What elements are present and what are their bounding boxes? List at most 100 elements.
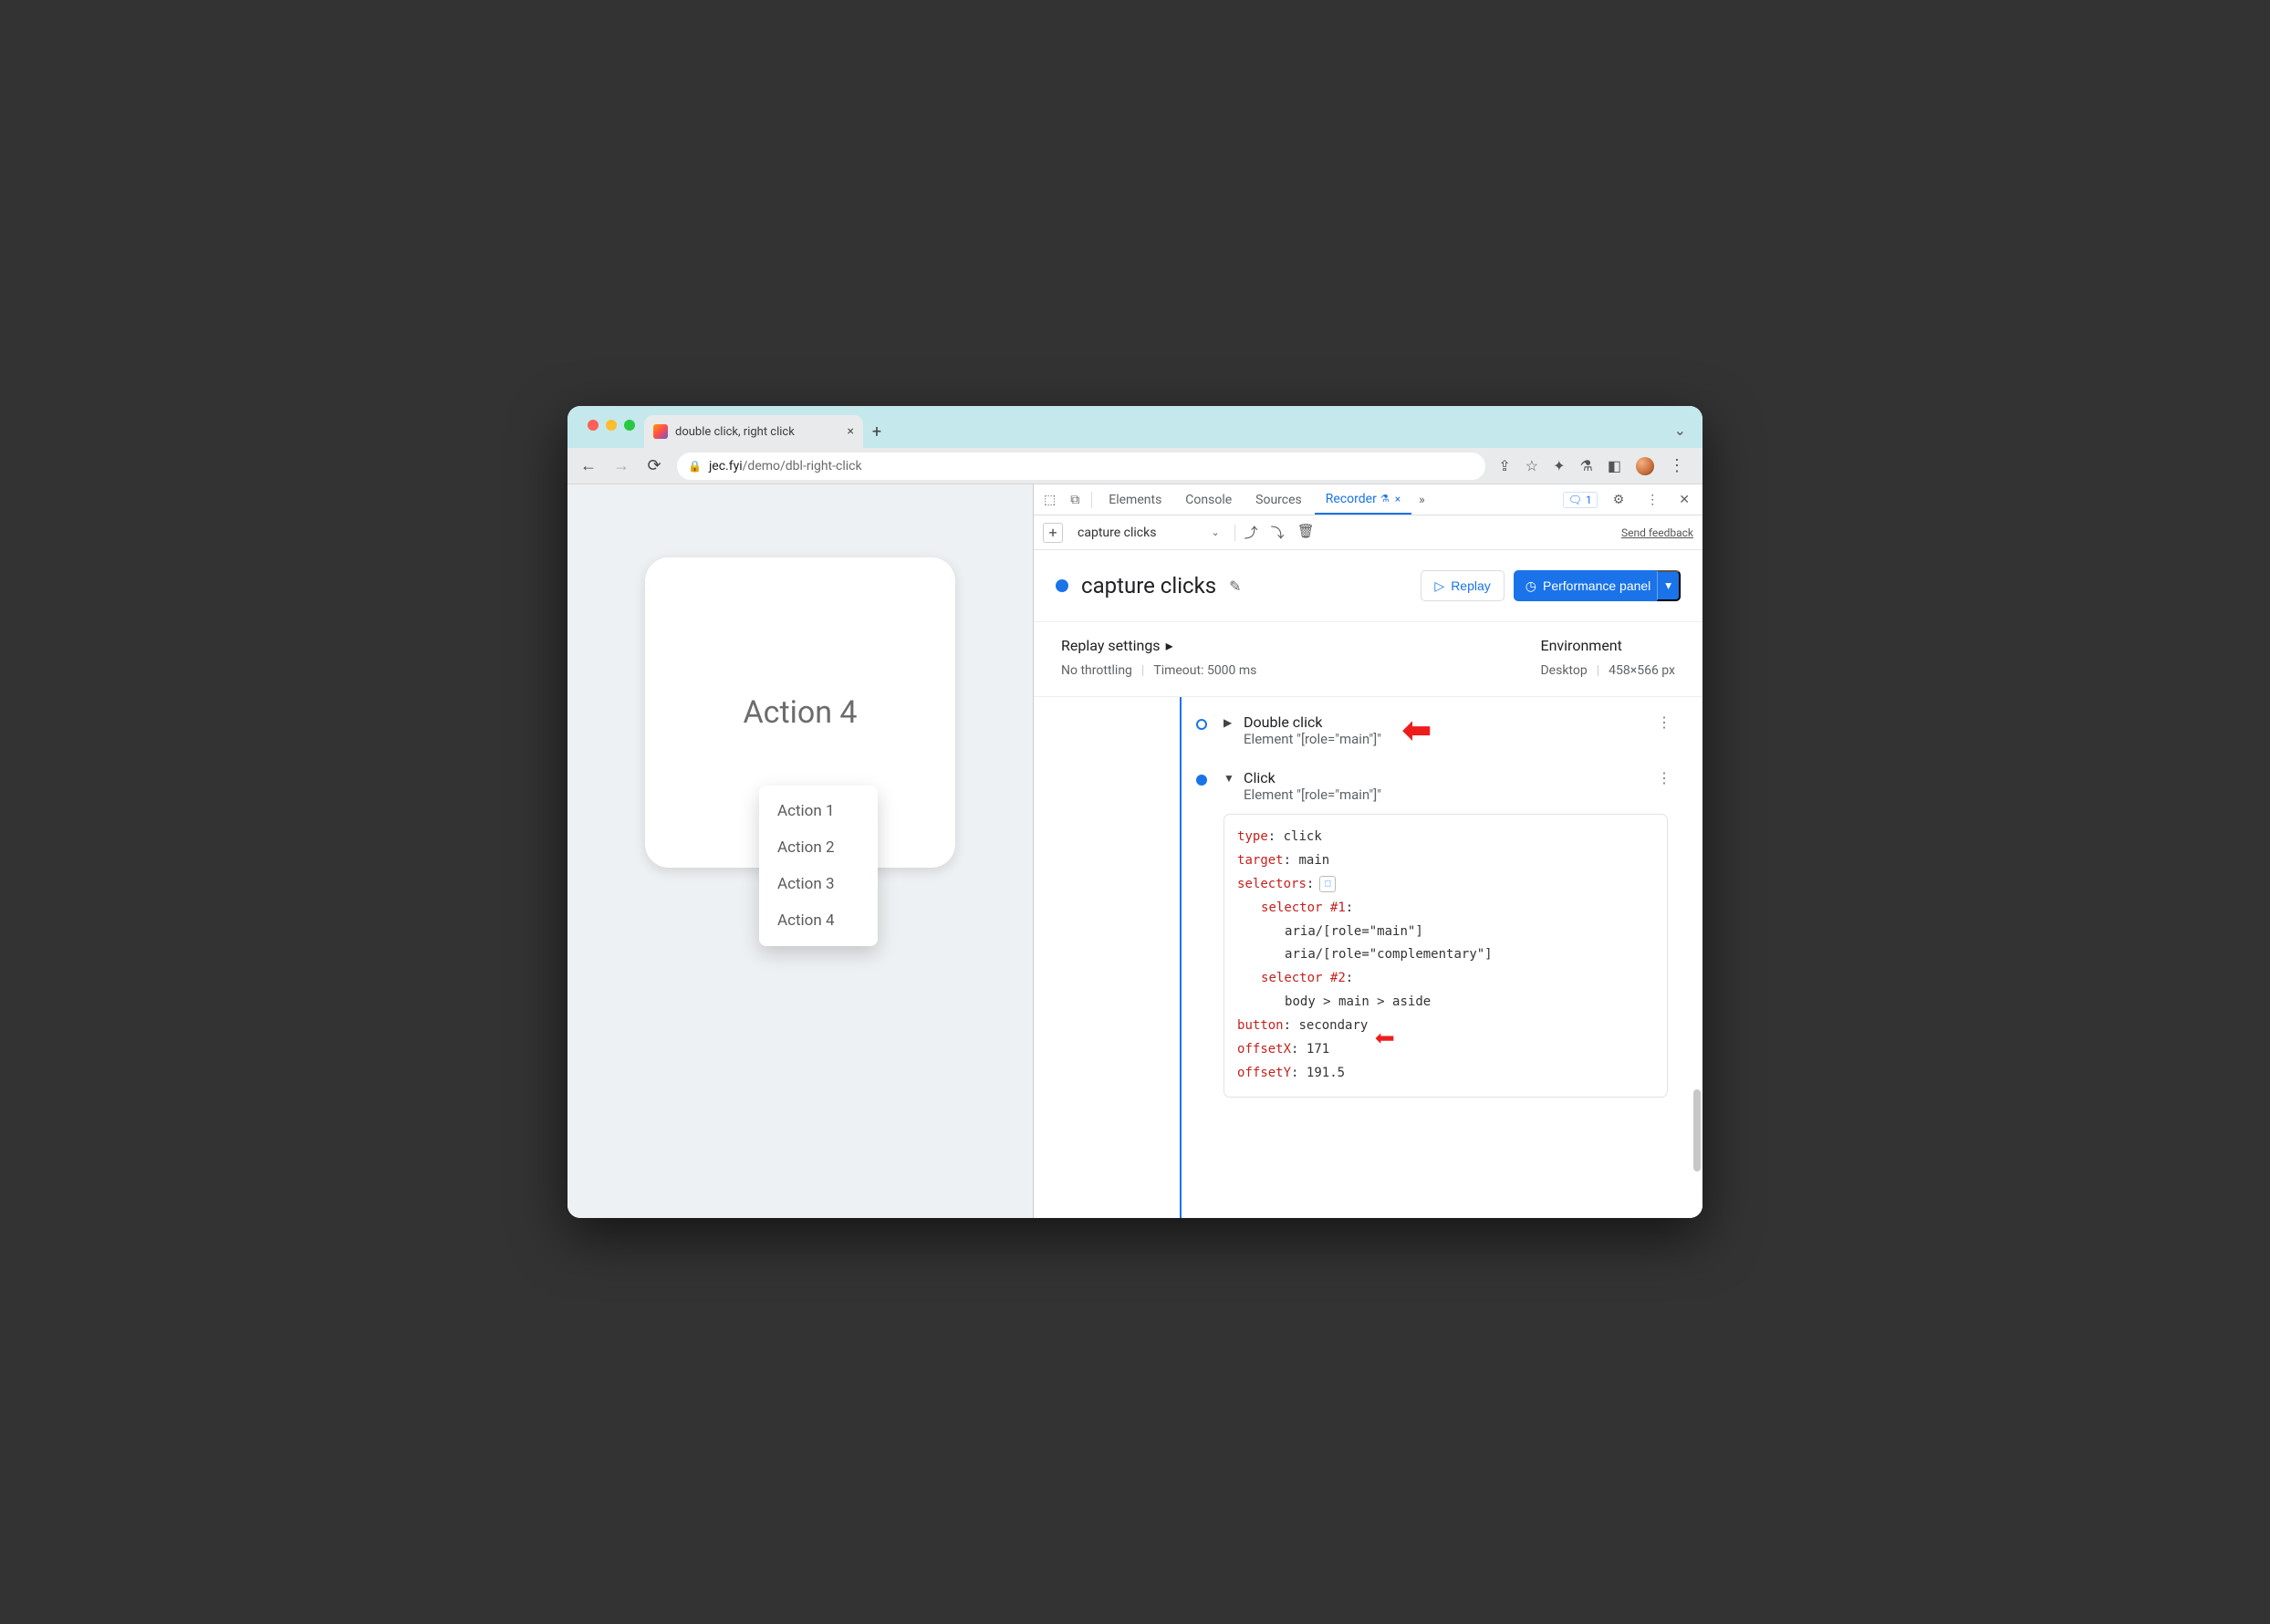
throttling-value: No throttling <box>1061 663 1132 678</box>
detail-value: aria/[role="main"] <box>1237 921 1654 944</box>
detail-key: selector #1 <box>1261 900 1346 915</box>
detail-value: : secondary <box>1284 1018 1369 1033</box>
window-controls <box>578 420 644 434</box>
tab-strip: double click, right click × + ⌄ <box>568 406 1702 448</box>
extensions-icon[interactable]: ✦ <box>1553 457 1565 474</box>
issue-icon: 🗨 <box>1568 494 1582 506</box>
recording-status-icon <box>1056 579 1068 592</box>
recording-selector[interactable]: capture clicks ⌄ <box>1072 524 1225 542</box>
step-subtitle: Element "[role="main"]" <box>1244 731 1650 747</box>
back-button[interactable]: ← <box>578 456 599 475</box>
step-title[interactable]: Click <box>1244 769 1650 786</box>
close-window-button[interactable] <box>588 420 599 431</box>
recorder-settings-row: Replay settings ▸ No throttling | Timeou… <box>1034 622 1702 697</box>
address-bar[interactable]: 🔒 jec.fyi/demo/dbl-right-click <box>677 453 1485 480</box>
close-tab-icon[interactable]: × <box>848 424 854 439</box>
tab-recorder[interactable]: Recorder ⚗ × <box>1315 484 1411 515</box>
caret-right-icon[interactable]: ▶ <box>1224 713 1236 729</box>
issues-badge[interactable]: 🗨 1 <box>1563 492 1598 508</box>
device-toggle-icon[interactable]: ⧉ <box>1064 493 1086 507</box>
detail-value: : <box>1346 900 1353 915</box>
context-menu-item[interactable]: Action 2 <box>759 829 878 866</box>
edit-title-icon[interactable]: ✎ <box>1229 578 1241 595</box>
scrollbar-thumb[interactable] <box>1693 1089 1701 1171</box>
devtools-panel: ⬚ ⧉ Elements Console Sources Recorder ⚗ … <box>1033 484 1702 1218</box>
step-dot-icon <box>1196 775 1207 786</box>
context-menu: Action 1 Action 2 Action 3 Action 4 <box>759 786 878 946</box>
devtools-menu-icon[interactable]: ⋮ <box>1640 493 1666 507</box>
detail-value: : click <box>1268 829 1322 844</box>
content-area: Action 4 Action 1 Action 2 Action 3 Acti… <box>568 484 1702 1218</box>
detail-key: type <box>1237 829 1268 844</box>
selector-picker-icon[interactable]: ⬚ <box>1319 876 1336 892</box>
url-host: jec.fyi <box>709 459 743 474</box>
context-menu-item[interactable]: Action 4 <box>759 902 878 939</box>
bookmark-icon[interactable]: ☆ <box>1525 457 1538 474</box>
more-tabs-icon[interactable]: » <box>1413 493 1431 507</box>
tab-elements[interactable]: Elements <box>1098 484 1172 515</box>
maximize-window-button[interactable] <box>624 420 635 431</box>
annotation-arrow-icon: ⬅ <box>1374 1006 1395 1070</box>
detail-value: : <box>1346 971 1353 985</box>
demo-card-text: Action 4 <box>743 694 857 731</box>
separator: | <box>1597 663 1599 678</box>
sidepanel-icon[interactable]: ◧ <box>1608 457 1621 474</box>
url-path: /demo/dbl-right-click <box>743 459 862 474</box>
close-devtools-icon[interactable]: ✕ <box>1675 493 1693 507</box>
browser-menu-icon[interactable]: ⋮ <box>1669 456 1686 475</box>
labs-icon[interactable]: ⚗ <box>1580 457 1593 474</box>
recording-header: capture clicks ✎ ▷ Replay ◷ Performance … <box>1034 550 1702 622</box>
browser-window: double click, right click × + ⌄ ← → ⟳ 🔒 … <box>568 406 1702 1218</box>
detail-key: offsetY <box>1237 1066 1291 1080</box>
reload-button[interactable]: ⟳ <box>644 456 664 475</box>
replay-settings-label: Replay settings <box>1061 637 1161 654</box>
recording-selector-label: capture clicks <box>1078 526 1156 540</box>
detail-key: button <box>1237 1018 1284 1033</box>
browser-tab[interactable]: double click, right click × <box>644 415 863 448</box>
caret-right-icon: ▸ <box>1166 637 1173 654</box>
tab-console[interactable]: Console <box>1174 484 1243 515</box>
annotation-arrow-icon: ⬅ <box>1402 710 1432 751</box>
step-menu-icon[interactable]: ⋮ <box>1657 769 1681 786</box>
toolbar: ← → ⟳ 🔒 jec.fyi/demo/dbl-right-click ⇪ ☆… <box>568 448 1702 484</box>
favicon-icon <box>653 424 668 439</box>
replay-button[interactable]: ▷ Replay <box>1421 570 1504 601</box>
recorder-toolbar: + capture clicks ⌄ ⤴ ⤵ 🗑 Send feedback <box>1034 515 1702 550</box>
minimize-window-button[interactable] <box>606 420 617 431</box>
performance-dropdown-button[interactable]: ▾ <box>1657 570 1681 601</box>
profile-avatar[interactable] <box>1636 457 1654 475</box>
timeline-line <box>1180 697 1182 1218</box>
settings-icon[interactable]: ⚙ <box>1607 493 1631 507</box>
import-icon[interactable]: ⤵ <box>1271 523 1285 542</box>
devtools-tab-strip: ⬚ ⧉ Elements Console Sources Recorder ⚗ … <box>1034 484 1702 515</box>
export-icon[interactable]: ⤴ <box>1244 523 1258 542</box>
step-details: type: click target: main selectors:⬚ sel… <box>1224 814 1668 1098</box>
close-panel-icon[interactable]: × <box>1395 493 1401 505</box>
step-title[interactable]: Double click <box>1244 713 1650 731</box>
detail-key: selectors <box>1237 877 1307 891</box>
lock-icon: 🔒 <box>688 460 702 473</box>
tab-sources[interactable]: Sources <box>1244 484 1313 515</box>
timeout-value: Timeout: 5000 ms <box>1153 663 1256 678</box>
issues-count: 1 <box>1586 494 1592 506</box>
share-icon[interactable]: ⇪ <box>1498 457 1510 474</box>
context-menu-item[interactable]: Action 3 <box>759 866 878 902</box>
delete-icon[interactable]: 🗑 <box>1297 523 1315 542</box>
replay-label: Replay <box>1451 578 1491 593</box>
separator: | <box>1141 663 1144 678</box>
new-recording-button[interactable]: + <box>1043 523 1063 543</box>
new-tab-button[interactable]: + <box>863 415 890 448</box>
performance-panel-button[interactable]: ◷ Performance panel <box>1514 570 1663 601</box>
forward-button[interactable]: → <box>611 456 631 475</box>
performance-icon: ◷ <box>1525 578 1536 594</box>
step-menu-icon[interactable]: ⋮ <box>1657 713 1681 731</box>
tabs-overflow-icon[interactable]: ⌄ <box>1658 412 1702 448</box>
page-viewport[interactable]: Action 4 Action 1 Action 2 Action 3 Acti… <box>568 484 1033 1218</box>
caret-down-icon[interactable]: ▼ <box>1224 769 1236 785</box>
send-feedback-link[interactable]: Send feedback <box>1621 526 1693 539</box>
detail-value: aria/[role="complementary"] <box>1237 943 1654 967</box>
inspect-icon[interactable]: ⬚ <box>1037 493 1062 507</box>
context-menu-item[interactable]: Action 1 <box>759 793 878 829</box>
separator <box>1234 525 1235 541</box>
replay-settings-toggle[interactable]: Replay settings ▸ <box>1061 637 1256 654</box>
